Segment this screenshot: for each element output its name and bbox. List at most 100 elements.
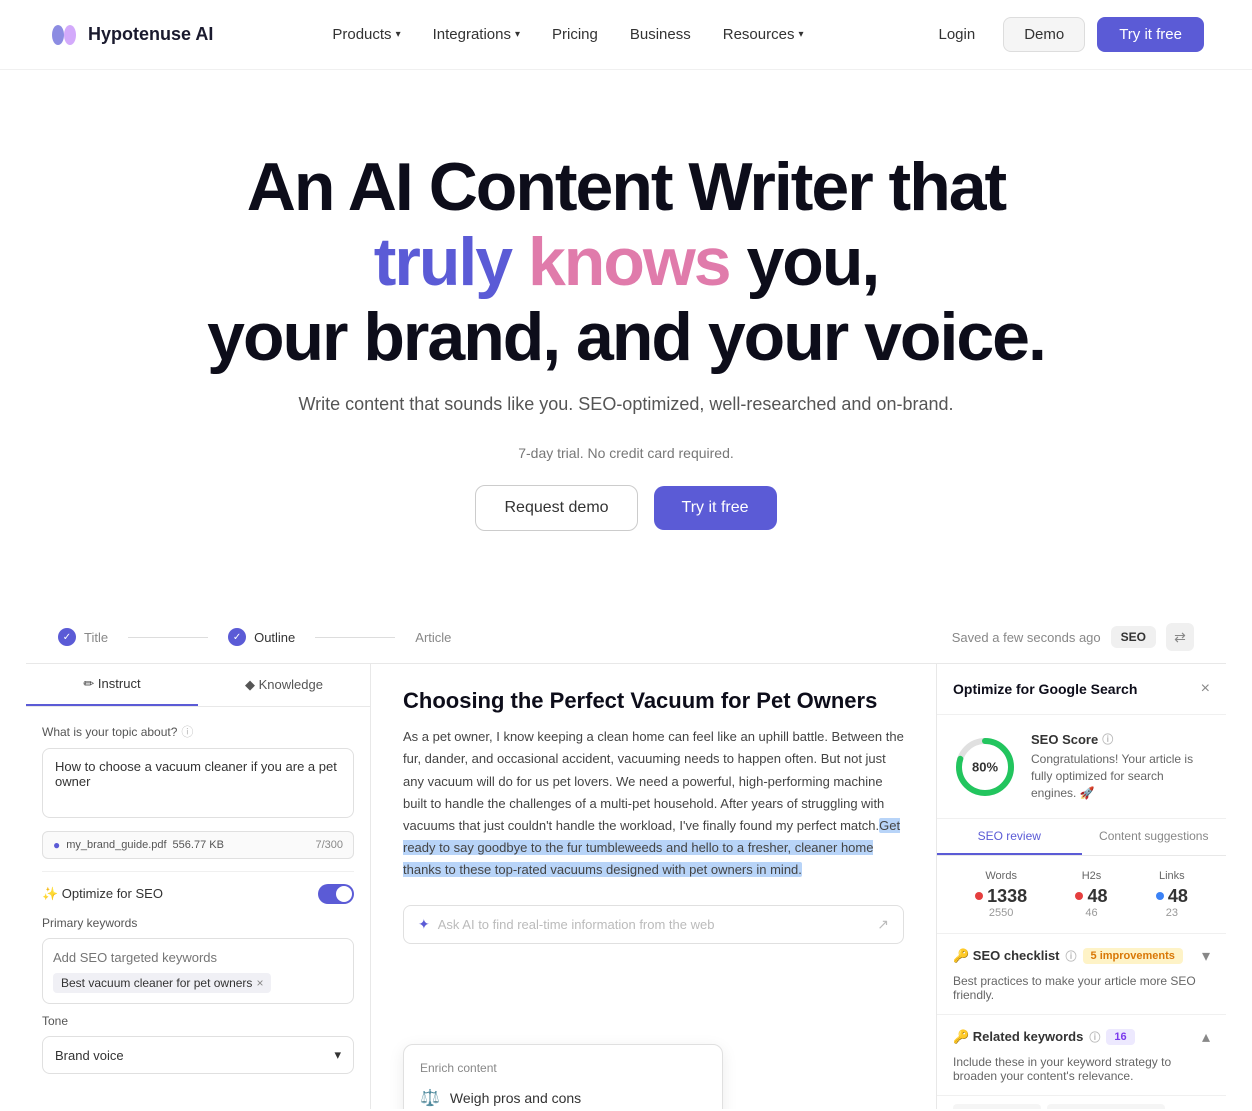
try-free-button[interactable]: Try it free [1097,17,1204,52]
topic-info-icon: ⓘ [181,723,193,740]
ask-ai-send-icon[interactable]: ↗ [877,916,889,933]
chip-robot-vacuum-count: 13/41 [1128,1108,1156,1110]
keyword-chips: pet hair 13/41 robot vacuum 13/41 [937,1096,1226,1110]
right-panel: Optimize for Google Search × 80% SEO Sco… [936,664,1226,1109]
chip-pet-hair-count: 13/41 [1004,1108,1032,1110]
logo[interactable]: Hypotenuse AI [48,19,213,51]
hero-title: An AI Content Writer that truly knows yo… [176,150,1076,374]
seo-tabs: SEO review Content suggestions [937,819,1226,856]
keyword-input[interactable] [53,950,343,965]
app-preview: ✓ Title ✓ Outline Article Saved a few se… [26,611,1226,1111]
score-pct-label: 80% [972,759,998,774]
nav-products[interactable]: Products ▾ [332,26,400,43]
close-button[interactable]: × [1201,680,1210,698]
ask-ai-placeholder: Ask AI to find real-time information fro… [438,917,870,932]
saved-text: Saved a few seconds ago [952,630,1101,645]
stats-row: Words 1338 2550 H2s 48 46 Link [937,856,1226,934]
enrich-item-pros-cons[interactable]: ⚖️ Weigh pros and cons [404,1079,722,1109]
keywords-label: Primary keywords [42,916,354,930]
step-divider [128,637,208,638]
step-outline: ✓ Outline [228,628,295,646]
pdf-icon: ● [53,838,60,852]
related-title: 🔑 Related keywords ⓘ 16 [953,1029,1135,1045]
seo-toggle-row: ✨ Optimize for SEO [42,871,354,916]
brand-name: Hypotenuse AI [88,24,213,45]
stat-links: Links 48 23 [1156,870,1188,919]
hero-cta-buttons: Request demo Try it free [48,485,1204,531]
related-count-badge: 16 [1106,1029,1134,1045]
translate-icon[interactable]: ⇄ [1166,623,1194,651]
hero-try-free-button[interactable]: Try it free [654,486,777,530]
hero-section: An AI Content Writer that truly knows yo… [0,70,1252,571]
brand-file-name: my_brand_guide.pdf [66,839,166,851]
login-button[interactable]: Login [922,18,991,51]
step-title: ✓ Title [58,628,108,646]
nav-links: Products ▾ Integrations ▾ Pricing Busine… [332,26,803,43]
nav-resources[interactable]: Resources ▾ [723,26,804,43]
hero-trial-text: 7-day trial. No credit card required. [48,445,1204,461]
topic-textarea[interactable] [42,748,354,818]
pros-cons-icon: ⚖️ [420,1088,440,1108]
products-chevron-icon: ▾ [396,29,401,40]
app-steps: ✓ Title ✓ Outline Article [58,628,451,646]
navbar: Hypotenuse AI Products ▾ Integrations ▾ … [0,0,1252,70]
enrich-dropdown: Enrich content ⚖️ Weigh pros and cons 📋 … [403,1044,723,1109]
checklist-title: 🔑 SEO checklist ⓘ 5 improvements [953,948,1183,964]
nav-business[interactable]: Business [630,26,691,43]
improvements-badge: 5 improvements [1083,948,1183,964]
seo-checklist-section: 🔑 SEO checklist ⓘ 5 improvements ▾ Best … [937,934,1226,1015]
optimize-title: Optimize for Google Search [953,681,1137,697]
related-header: 🔑 Related keywords ⓘ 16 ▴ [953,1027,1210,1047]
app-topbar: ✓ Title ✓ Outline Article Saved a few se… [26,611,1226,664]
checklist-info-icon: ⓘ [1066,948,1077,964]
stat-words: Words 1338 2550 [975,870,1027,919]
score-desc: Congratulations! Your article is fully o… [1031,751,1210,801]
enrich-header: Enrich content [404,1055,722,1079]
center-panel: Choosing the Perfect Vacuum for Pet Owne… [371,664,936,1109]
hero-subtitle: Write content that sounds like you. SEO-… [48,394,1204,415]
nav-pricing[interactable]: Pricing [552,26,598,43]
panel-tabs: ✏ Instruct ◆ Knowledge [26,664,370,707]
related-desc: Include these in your keyword strategy t… [953,1055,1210,1083]
chip-pet-hair: pet hair 13/41 [953,1104,1041,1110]
integrations-chevron-icon: ▾ [515,29,520,40]
ask-ai-bar[interactable]: ✦ Ask AI to find real-time information f… [403,905,904,944]
related-collapse-icon[interactable]: ▴ [1202,1027,1210,1047]
checklist-expand-icon[interactable]: ▾ [1202,946,1210,966]
demo-button[interactable]: Demo [1003,17,1085,52]
step-divider-2 [315,637,395,638]
seo-toggle[interactable] [318,884,354,904]
keyword-remove-icon[interactable]: × [256,976,263,990]
tab-content-suggestions[interactable]: Content suggestions [1082,819,1227,855]
chip-robot-vacuum: robot vacuum 13/41 [1047,1104,1165,1110]
app-main: ✏ Instruct ◆ Knowledge What is your topi… [26,664,1226,1109]
h2s-dot [1075,892,1083,900]
tab-instruct[interactable]: ✏ Instruct [26,664,198,706]
article-header: Choosing the Perfect Vacuum for Pet Owne… [371,664,936,897]
tab-seo-review[interactable]: SEO review [937,819,1082,855]
title-check-icon: ✓ [58,628,76,646]
tab-knowledge[interactable]: ◆ Knowledge [198,664,370,706]
request-demo-button[interactable]: Request demo [475,485,637,531]
optimize-header: Optimize for Google Search × [937,664,1226,715]
links-dot [1156,892,1164,900]
tone-label: Tone [42,1014,354,1028]
nav-actions: Login Demo Try it free [922,17,1204,52]
tone-chevron-icon: ▾ [334,1047,341,1063]
nav-integrations[interactable]: Integrations ▾ [433,26,520,43]
related-info-icon: ⓘ [1089,1029,1100,1045]
ai-star-icon: ✦ [418,916,430,933]
topic-label: What is your topic about? ⓘ [42,723,354,740]
tone-select[interactable]: Brand voice ▾ [42,1036,354,1074]
article-title: Choosing the Perfect Vacuum for Pet Owne… [403,688,904,714]
brand-file: ● my_brand_guide.pdf 556.77 KB 7/300 [42,831,354,859]
seo-score-section: 80% SEO Score ⓘ Congratulations! Your ar… [937,715,1226,818]
score-info-icon: ⓘ [1102,731,1113,747]
seo-badge[interactable]: SEO [1111,626,1156,648]
keyword-tag: Best vacuum cleaner for pet owners × [53,973,271,993]
outline-check-icon: ✓ [228,628,246,646]
keywords-box: Best vacuum cleaner for pet owners × [42,938,354,1004]
resources-chevron-icon: ▾ [798,29,803,40]
score-title: SEO Score ⓘ [1031,731,1210,747]
stat-h2s: H2s 48 46 [1075,870,1107,919]
